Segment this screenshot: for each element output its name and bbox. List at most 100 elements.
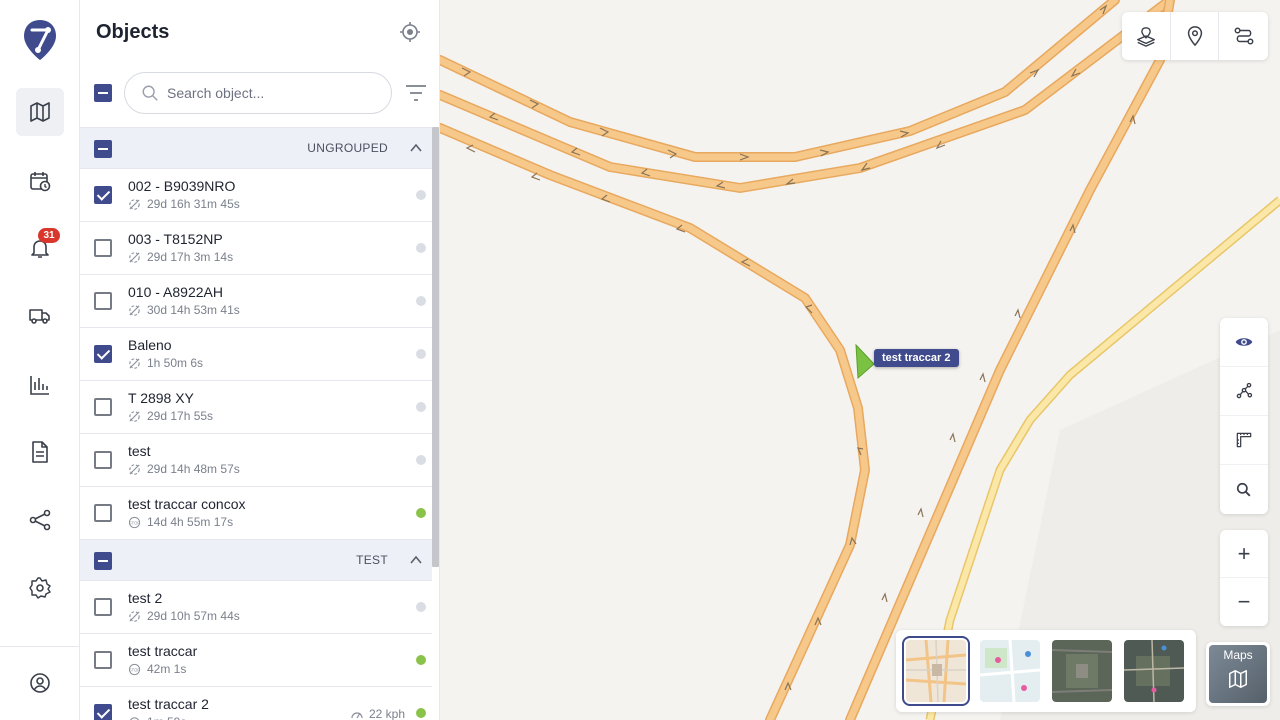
nav-reports[interactable] (16, 428, 64, 476)
duration-text: 1h 50m 6s (147, 356, 204, 370)
object-row[interactable]: Baleno 1h 50m 6s (80, 327, 432, 380)
object-duration: 29d 14h 48m 57s (128, 462, 240, 476)
object-checkbox[interactable] (94, 186, 112, 204)
nav-history[interactable] (16, 157, 64, 205)
geofence-button[interactable] (1122, 12, 1171, 60)
map-view[interactable]: test traccar 2 (440, 0, 1280, 720)
moving-off-icon (128, 463, 147, 476)
status-dot (416, 190, 426, 200)
object-name: 002 - B9039NRO (128, 178, 236, 194)
duration-text: 29d 17h 55s (147, 409, 214, 423)
app-logo[interactable] (22, 18, 58, 62)
speed-text: 22 kph (369, 707, 406, 720)
object-row[interactable]: test 2 29d 10h 57m 44s (80, 580, 432, 633)
poi-button[interactable] (1171, 12, 1220, 60)
object-duration: 1h 50m 6s (128, 356, 203, 370)
svg-text:STOP: STOP (129, 667, 140, 672)
object-checkbox[interactable] (94, 704, 112, 720)
nav-account[interactable] (16, 659, 64, 707)
map-roads (440, 0, 1280, 720)
moving-off-icon (128, 251, 147, 264)
layer-hybrid[interactable] (1124, 640, 1184, 702)
object-checkbox[interactable] (94, 598, 112, 616)
streets-thumb-icon (906, 640, 966, 702)
layer-satellite[interactable] (1052, 640, 1112, 702)
object-row[interactable]: test traccar 2 1m 59s 22 kph (80, 686, 432, 720)
map-icon (30, 102, 50, 122)
moving-off-icon (128, 357, 147, 370)
object-row[interactable]: test 29d 14h 48m 57s (80, 433, 432, 486)
list-scrollbar[interactable] (432, 127, 439, 567)
history-icon (30, 172, 51, 192)
polygon-icon (1236, 382, 1253, 399)
nav-settings[interactable] (16, 564, 64, 612)
vehicle-marker-label[interactable]: test traccar 2 (874, 349, 959, 367)
zoom-in-button[interactable]: + (1220, 530, 1268, 578)
object-checkbox[interactable] (94, 292, 112, 310)
group-header[interactable]: UNGROUPED (80, 127, 432, 168)
moving-off-icon (128, 410, 147, 423)
select-all-checkbox[interactable] (94, 84, 112, 102)
object-checkbox[interactable] (94, 239, 112, 257)
group-header[interactable]: TEST (80, 539, 432, 580)
nav-map[interactable] (16, 88, 64, 136)
object-row[interactable]: test traccar concox STOP 14d 4h 55m 17s (80, 486, 432, 539)
moving-off-icon (128, 610, 147, 623)
notification-badge: 31 (38, 228, 60, 243)
duration-text: 14d 4h 55m 17s (147, 515, 234, 529)
locate-button[interactable] (398, 20, 422, 44)
group-checkbox[interactable] (94, 140, 112, 158)
nav-vehicles[interactable] (16, 292, 64, 340)
layer-streets[interactable] (902, 636, 970, 706)
report-icon (32, 441, 48, 463)
polygon-button[interactable] (1220, 367, 1268, 416)
object-duration: 29d 10h 57m 44s (128, 609, 240, 623)
layer-transit[interactable] (980, 640, 1040, 702)
maps-toggle-button[interactable]: Maps (1206, 642, 1270, 706)
chart-icon (30, 376, 49, 395)
stop-icon: STOP (128, 516, 147, 529)
route-button[interactable] (1219, 12, 1268, 60)
object-duration: 29d 17h 3m 14s (128, 250, 233, 264)
object-checkbox[interactable] (94, 451, 112, 469)
duration-text: 30d 14h 53m 41s (147, 303, 240, 317)
object-duration: 29d 17h 55s (128, 409, 213, 423)
object-duration: 29d 16h 31m 45s (128, 197, 240, 211)
panel-title: Objects (96, 21, 170, 43)
status-dot (416, 296, 426, 306)
route-icon (1234, 27, 1254, 45)
stop-icon: STOP (128, 663, 147, 676)
search-icon (142, 85, 158, 101)
layers-pin-icon (1136, 27, 1155, 47)
filter-button[interactable] (404, 82, 428, 104)
nav-share[interactable] (16, 496, 64, 544)
object-checkbox[interactable] (94, 345, 112, 363)
zoom-out-button[interactable]: − (1220, 578, 1268, 626)
app-root: 31 Objects Search object... UNGROUPED 00… (0, 0, 1280, 720)
object-name: test traccar (128, 643, 198, 659)
zoom-controls: + − (1220, 530, 1268, 626)
duration-text: 29d 10h 57m 44s (147, 609, 240, 623)
object-checkbox[interactable] (94, 651, 112, 669)
object-checkbox[interactable] (94, 504, 112, 522)
filter-icon (406, 85, 426, 101)
measure-button[interactable] (1220, 416, 1268, 465)
chevron-up-icon[interactable] (408, 140, 424, 156)
search-icon (1236, 482, 1251, 496)
map-search-button[interactable] (1220, 465, 1268, 514)
nav-charts[interactable] (16, 361, 64, 409)
object-row[interactable]: test traccar STOP 42m 1s (80, 633, 432, 686)
map-side-tools (1220, 318, 1268, 514)
object-checkbox[interactable] (94, 398, 112, 416)
speedometer-icon (350, 708, 369, 720)
eye-icon (1235, 338, 1253, 346)
chevron-up-icon[interactable] (408, 552, 424, 568)
search-input[interactable] (167, 85, 367, 101)
group-checkbox[interactable] (94, 552, 112, 570)
share-icon (29, 509, 51, 531)
object-row[interactable]: 010 - A8922AH 30d 14h 53m 41s (80, 274, 432, 327)
visibility-button[interactable] (1220, 318, 1268, 367)
object-row[interactable]: 003 - T8152NP 29d 17h 3m 14s (80, 221, 432, 274)
object-row[interactable]: 002 - B9039NRO 29d 16h 31m 45s (80, 168, 432, 221)
object-row[interactable]: T 2898 XY 29d 17h 55s (80, 380, 432, 433)
